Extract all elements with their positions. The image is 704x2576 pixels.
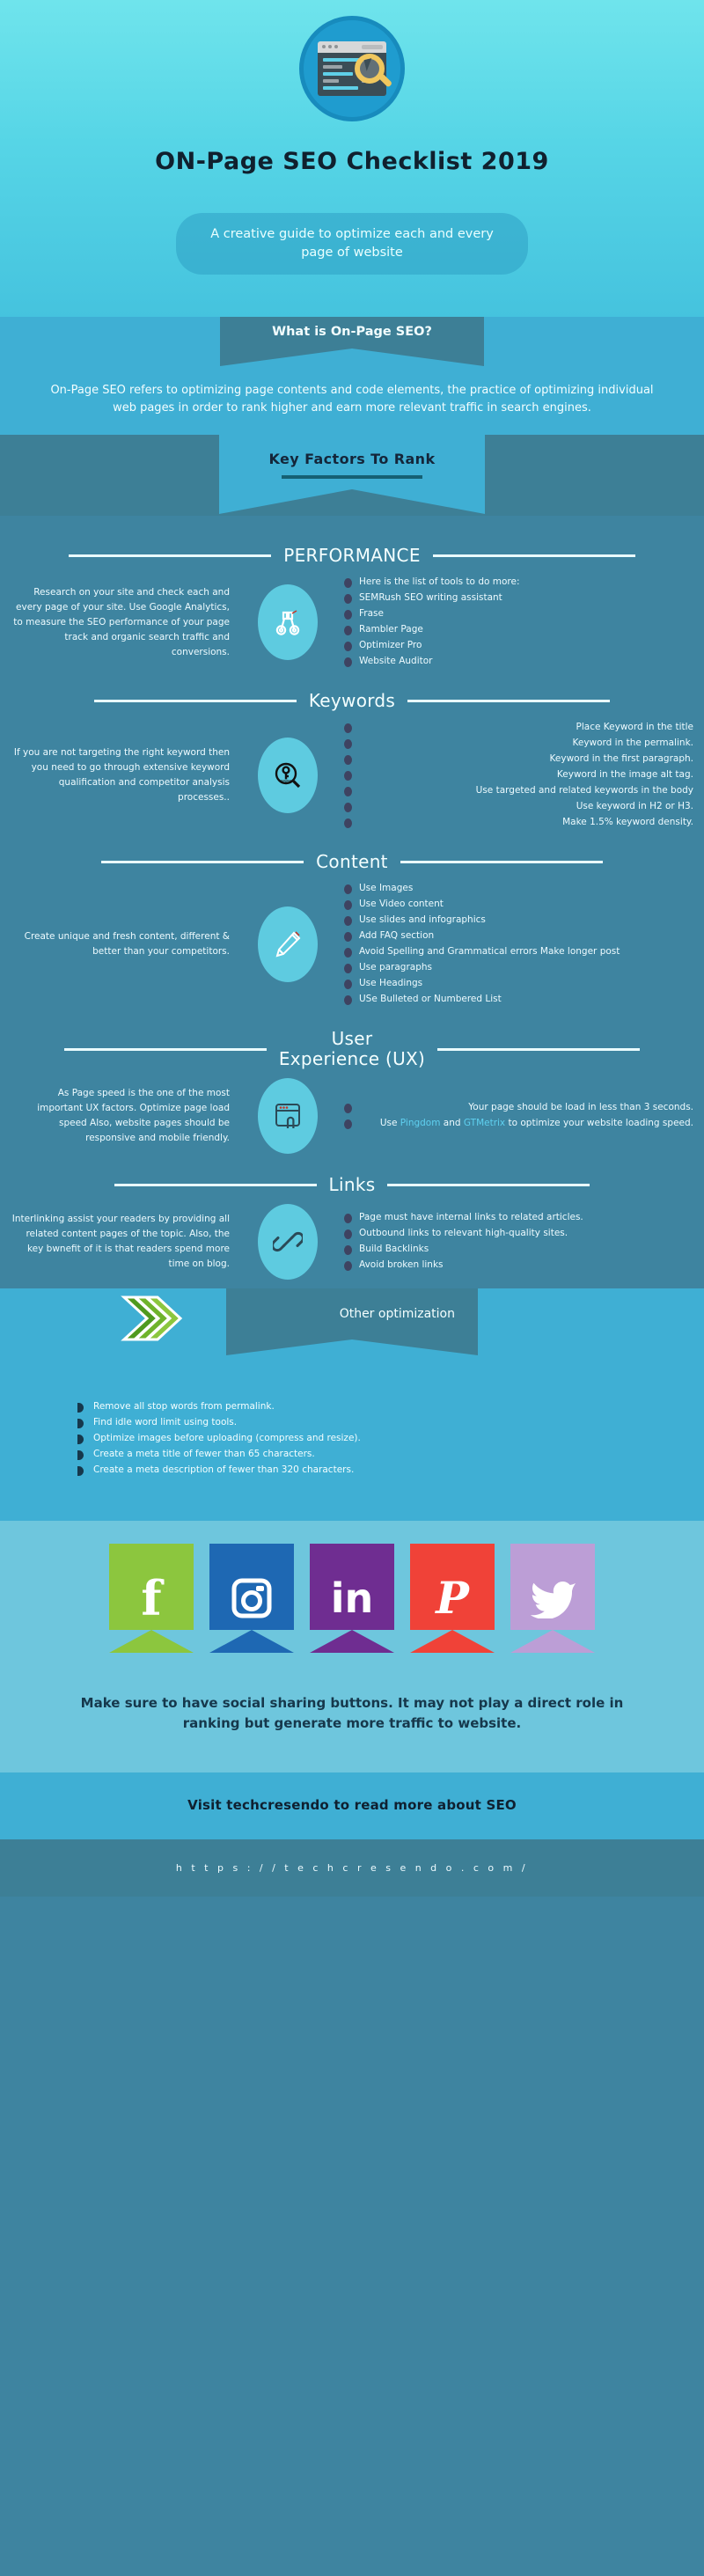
intro-tab-label: What is On-Page SEO? [220, 317, 484, 366]
list-item: Use keyword in H2 or H3. [344, 799, 693, 814]
rule-left [69, 554, 272, 558]
list-item: Build Backlinks [344, 1242, 693, 1257]
list-item: Keyword in the image alt tag. [344, 767, 693, 782]
list-item: Keyword in the permalink. [344, 736, 693, 751]
twitter-icon[interactable] [510, 1543, 595, 1653]
linkedin-icon[interactable]: in [310, 1543, 394, 1653]
list-item: Use slides and infographics [344, 913, 693, 928]
rule-left [63, 1047, 267, 1051]
list-item: Frase [344, 606, 693, 621]
footer-url[interactable]: h t t p s : / / t e c h c r e s e n d o … [0, 1839, 704, 1897]
section-title-keywords: Keywords [308, 690, 396, 712]
rule-left [101, 861, 304, 864]
list-item: Use Video content [344, 897, 693, 912]
footer-cta[interactable]: Visit techcresendo to read more about SE… [0, 1772, 704, 1839]
list-item: Use Headings [344, 976, 693, 991]
svg-text:www: www [281, 779, 291, 784]
other-optimization-section: Other optimization Remove all stop words… [0, 1288, 704, 1521]
list-item: Remove all stop words from permalink. [77, 1399, 447, 1415]
hero-subtitle-pill: A creative guide to optimize each and ev… [176, 213, 528, 275]
main-sections: PERFORMANCE Research on your site and ch… [0, 516, 704, 1289]
performance-bullets: Here is the list of tools to do more: SE… [344, 575, 693, 669]
list-item: Place Keyword in the title [344, 720, 693, 735]
other-optimization-list: Remove all stop words from permalink. Fi… [0, 1354, 704, 1520]
list-item: Avoid Spelling and Grammatical errors Ma… [344, 944, 693, 959]
key-factors-label: Key Factors To Rank [268, 451, 436, 468]
performance-description: Research on your site and check each and… [13, 586, 230, 657]
intro-section: What is On-Page SEO? On-Page SEO refers … [0, 317, 704, 517]
list-item: Your page should be load in less than 3 … [344, 1100, 693, 1115]
list-item: Keyword in the first paragraph. [344, 752, 693, 767]
rule-right [432, 554, 635, 558]
pencil-icon [258, 906, 318, 983]
rule-right [407, 700, 611, 703]
other-optimization-label: Other optimization [339, 1306, 455, 1321]
key-factors-rule [282, 475, 422, 480]
social-note: Make sure to have social sharing buttons… [80, 1694, 624, 1731]
social-section: f in P Make sure to have social sharing … [0, 1520, 704, 1772]
list-item: Here is the list of tools to do more: [344, 575, 693, 590]
section-keywords: Keywords If you are not targeting the ri… [0, 691, 704, 840]
ux-description: As Page speed is the one of the most imp… [37, 1088, 230, 1144]
list-item: SEMRush SEO writing assistant [344, 591, 693, 605]
list-item: Optimizer Pro [344, 638, 693, 653]
section-performance: PERFORMANCE Research on your site and ch… [0, 546, 704, 679]
list-item: Website Auditor [344, 654, 693, 669]
list-item: Page must have internal links to related… [344, 1210, 693, 1225]
infographic-page: ON-Page SEO Checklist 2019 A creative gu… [0, 0, 704, 2576]
pingdom-link[interactable]: Pingdom [400, 1118, 441, 1128]
gtmetrix-link[interactable]: GTMetrix [464, 1118, 505, 1128]
content-description: Create unique and fresh content, differe… [24, 931, 230, 958]
list-item: Rambler Page [344, 622, 693, 637]
hero-subtitle: A creative guide to optimize each and ev… [210, 227, 494, 261]
magnifier-key-icon: www [258, 738, 318, 814]
instagram-icon[interactable] [209, 1543, 294, 1653]
list-item: Add FAQ section [344, 928, 693, 943]
browser-touch-icon [258, 1078, 318, 1155]
page-title: ON-Page SEO Checklist 2019 [155, 148, 549, 175]
links-bullets: Page must have internal links to related… [344, 1210, 693, 1273]
section-title-links: Links [328, 1174, 376, 1196]
section-title-performance: PERFORMANCE [283, 545, 421, 567]
pinterest-icon[interactable]: P [410, 1543, 495, 1653]
list-item: Create a meta title of fewer than 65 cha… [77, 1447, 447, 1463]
section-content: Content Create unique and fresh content,… [0, 852, 704, 1016]
links-description: Interlinking assist your readers by prov… [11, 1214, 230, 1270]
keywords-bullets: Place Keyword in the title Keyword in th… [344, 720, 693, 830]
list-item: Find idle word limit using tools. [77, 1415, 447, 1431]
binoculars-icon [258, 584, 318, 661]
other-optimization-banner: Other optimization [226, 1288, 478, 1356]
key-factors-banner: Key Factors To Rank [0, 435, 704, 517]
list-item: Use paragraphs [344, 960, 693, 975]
list-item: Create a meta description of fewer than … [77, 1463, 447, 1479]
list-item: Use targeted and related keywords in the… [344, 783, 693, 798]
list-item: Use Images [344, 881, 693, 896]
hero-section: ON-Page SEO Checklist 2019 A creative gu… [0, 0, 704, 317]
facebook-icon[interactable]: f [109, 1543, 194, 1653]
list-item: Outbound links to relevant high-quality … [344, 1226, 693, 1241]
rule-left [93, 700, 297, 703]
rule-left [114, 1184, 317, 1187]
rule-right [387, 1184, 590, 1187]
list-item: Optimize images before uploading (compre… [77, 1431, 447, 1447]
rule-right [437, 1047, 641, 1051]
list-item: Make 1.5% keyword density. [344, 815, 693, 830]
rule-right [400, 861, 603, 864]
social-icons-row: f in P [0, 1543, 704, 1653]
keywords-description: If you are not targeting the right keywo… [13, 747, 230, 804]
list-item: USe Bulleted or Numbered List [344, 992, 693, 1007]
chain-link-icon [258, 1204, 318, 1281]
section-title-ux: User Experience (UX) [278, 1028, 426, 1070]
section-title-content: Content [316, 851, 388, 873]
section-ux: User Experience (UX) As Page speed is th… [0, 1029, 704, 1163]
list-item: Use Pingdom and GTMetrix to optimize you… [344, 1116, 693, 1131]
content-bullets: Use Images Use Video content Use slides … [344, 881, 693, 1007]
ux-bullets: Your page should be load in less than 3 … [344, 1100, 693, 1131]
seo-search-browser-icon [299, 16, 405, 121]
list-item: Avoid broken links [344, 1258, 693, 1273]
section-links: Links Interlinking assist your readers b… [0, 1175, 704, 1288]
